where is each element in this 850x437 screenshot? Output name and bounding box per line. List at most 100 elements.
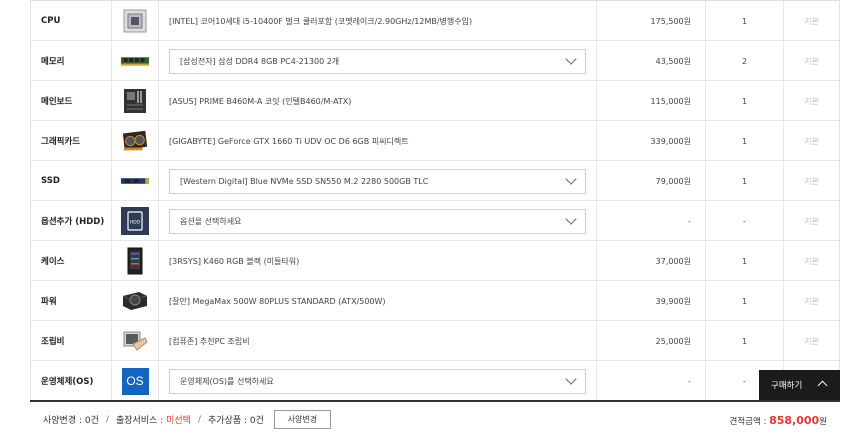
total-amount: 858,000 bbox=[769, 414, 820, 427]
spec-change-button[interactable]: 사양변경 bbox=[273, 410, 331, 429]
part-quantity: - bbox=[706, 201, 784, 241]
total-label: 견적금액 : bbox=[729, 417, 770, 427]
part-status: 기본 bbox=[804, 96, 819, 106]
part-price: 25,000원 bbox=[597, 321, 706, 361]
part-status: 기본 bbox=[804, 336, 819, 346]
summary-bar: 사양변경 : 0건 / 출장서비스 : 미선택 / 추가상품 : 0건 사양변경… bbox=[30, 400, 840, 437]
part-category-label: CPU bbox=[31, 1, 112, 41]
part-select-cell: 운영체제(OS)를 선택하세요 bbox=[159, 361, 597, 400]
part-category-label: 케이스 bbox=[31, 241, 112, 281]
part-category-label: 조립비 bbox=[31, 321, 112, 361]
part-price: - bbox=[597, 201, 706, 241]
part-status: 기본 bbox=[804, 176, 819, 186]
part-thumbnail bbox=[112, 241, 159, 281]
part-name: [ASUS] PRIME B460M-A 코잇 (인텔B460/M-ATX) bbox=[159, 81, 597, 121]
svg-text:HDD: HDD bbox=[130, 220, 141, 226]
chevron-up-icon[interactable] bbox=[817, 380, 828, 391]
part-category-label: 파워 bbox=[31, 281, 112, 321]
part-select[interactable]: 옵션을 선택하세요 bbox=[169, 208, 586, 234]
part-quantity: 1 bbox=[706, 1, 784, 41]
part-thumbnail bbox=[112, 41, 159, 81]
table-row: 옵션추가 (HDD) HDD 옵션을 선택하세요 - - 기본 bbox=[31, 201, 839, 241]
part-quantity: 1 bbox=[706, 81, 784, 121]
table-row: 메모리 [삼성전자] 삼성 DDR4 8GB PC4-21300 2개 43,500… bbox=[31, 41, 839, 81]
pc-case-icon bbox=[121, 247, 149, 275]
part-quantity: 1 bbox=[706, 121, 784, 161]
part-thumbnail bbox=[112, 321, 159, 361]
part-status: 기본 bbox=[804, 256, 819, 266]
part-select-cell: 옵션을 선택하세요 bbox=[159, 201, 597, 241]
chevron-down-icon bbox=[565, 212, 577, 225]
buy-button-label: 구매하기 bbox=[771, 381, 803, 391]
table-row: CPU [INTEL] 코어10세대 i5-10400F 벌크 쿨러포함 (코멧레… bbox=[31, 1, 839, 41]
table-row: 조립비 [컴퓨존] 추천PC 조립비 25,000원 1 기본 bbox=[31, 321, 839, 361]
separator: / bbox=[105, 414, 109, 425]
part-name: [INTEL] 코어10세대 i5-10400F 벌크 쿨러포함 (코멧레이크/… bbox=[159, 1, 597, 41]
chevron-down-icon bbox=[565, 372, 577, 385]
part-category-label: 운영체제(OS) bbox=[31, 361, 112, 400]
hdd-icon: HDD bbox=[121, 207, 149, 235]
part-thumbnail: OS bbox=[112, 361, 159, 400]
delivery-service: 출장서비스 : 미선택 bbox=[116, 413, 191, 426]
table-row: 운영체제(OS)OS운영체제(OS)를 선택하세요--기본 bbox=[31, 361, 839, 400]
ssd-icon bbox=[121, 167, 149, 195]
part-price: 37,000원 bbox=[597, 241, 706, 281]
part-select[interactable]: [Western Digital] Blue NVMe SSD SN550 M.… bbox=[169, 168, 586, 194]
part-thumbnail bbox=[112, 81, 159, 121]
total-unit: 원 bbox=[819, 417, 827, 427]
part-status: 기본 bbox=[804, 296, 819, 306]
table-row: 케이스 [3RSYS] K460 RGB 블랙 (미들타워) 37,000원 1 기본 bbox=[31, 241, 839, 281]
parts-table: CPU [INTEL] 코어10세대 i5-10400F 벌크 쿨러포함 (코멧레… bbox=[30, 0, 840, 400]
part-price: 79,000원 bbox=[597, 161, 706, 201]
table-row: SSD [Western Digital] Blue NVMe SSD SN550… bbox=[31, 161, 839, 201]
part-price: 115,000원 bbox=[597, 81, 706, 121]
ram-stick-icon bbox=[121, 47, 149, 75]
cpu-chip-icon bbox=[121, 7, 149, 35]
part-select[interactable]: [삼성전자] 삼성 DDR4 8GB PC4-21300 2개 bbox=[169, 48, 586, 74]
power-supply-icon bbox=[121, 287, 149, 315]
chevron-down-icon bbox=[565, 52, 577, 65]
part-status: 기본 bbox=[804, 56, 819, 66]
part-name: [3RSYS] K460 RGB 블랙 (미들타워) bbox=[159, 241, 597, 281]
part-thumbnail bbox=[112, 281, 159, 321]
table-row: 파워 [잘만] MegaMax 500W 80PLUS STANDARD (ATX… bbox=[31, 281, 839, 321]
part-quantity: 1 bbox=[706, 161, 784, 201]
part-select-value: [Western Digital] Blue NVMe SSD SN550 M.… bbox=[180, 176, 429, 186]
part-thumbnail bbox=[112, 1, 159, 41]
part-price: 39,900원 bbox=[597, 281, 706, 321]
delivery-value: 미선택 bbox=[166, 416, 191, 426]
delivery-label: 출장서비스 : bbox=[115, 416, 167, 426]
part-price: - bbox=[597, 361, 706, 400]
spec-change-count: 사양변경 : 0건 bbox=[43, 416, 99, 426]
part-category-label: 메모리 bbox=[31, 41, 112, 81]
part-quantity: 1 bbox=[706, 241, 784, 281]
part-thumbnail bbox=[112, 121, 159, 161]
part-category-label: 메인보드 bbox=[31, 81, 112, 121]
part-name: [컴퓨존] 추천PC 조립비 bbox=[159, 321, 597, 361]
os-icon: OS bbox=[121, 367, 149, 395]
part-select-cell: [삼성전자] 삼성 DDR4 8GB PC4-21300 2개 bbox=[159, 41, 597, 81]
graphics-card-icon bbox=[121, 127, 149, 155]
part-status: 기본 bbox=[804, 16, 819, 26]
part-quantity: 2 bbox=[706, 41, 784, 81]
assembly-icon bbox=[121, 327, 149, 355]
motherboard-icon bbox=[121, 87, 149, 115]
part-quantity: 1 bbox=[706, 321, 784, 361]
part-status: 기본 bbox=[804, 136, 819, 146]
part-status: 기본 bbox=[804, 216, 819, 226]
part-category-label: 옵션추가 (HDD) bbox=[31, 201, 112, 241]
part-name: [잘만] MegaMax 500W 80PLUS STANDARD (ATX/5… bbox=[159, 281, 597, 321]
chevron-down-icon bbox=[565, 172, 577, 185]
part-select-value: 운영체제(OS)를 선택하세요 bbox=[180, 376, 274, 386]
separator: / bbox=[197, 414, 201, 425]
part-category-label: 그래픽카드 bbox=[31, 121, 112, 161]
extra-items-count: 추가상품 : 0건 bbox=[207, 416, 264, 426]
part-quantity: 1 bbox=[706, 281, 784, 321]
part-price: 43,500원 bbox=[597, 41, 706, 81]
part-category-label: SSD bbox=[31, 161, 112, 201]
table-row: 메인보드 [ASUS] PRIME B460M-A 코잇 (인텔B460/M-AT… bbox=[31, 81, 839, 121]
part-select[interactable]: 운영체제(OS)를 선택하세요 bbox=[169, 368, 586, 394]
part-select-value: [삼성전자] 삼성 DDR4 8GB PC4-21300 2개 bbox=[180, 56, 340, 66]
buy-button[interactable]: 구매하기 bbox=[759, 370, 840, 400]
part-thumbnail bbox=[112, 161, 159, 201]
